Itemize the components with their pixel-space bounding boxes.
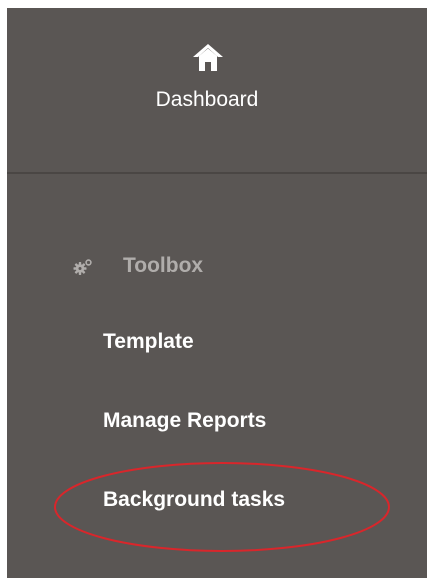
toolbox-section-header[interactable]: Toolbox	[73, 251, 293, 281]
dashboard-label: Dashboard	[155, 88, 259, 111]
menu-item-manage-reports[interactable]: Manage Reports	[103, 409, 266, 433]
dashboard-link[interactable]: Dashboard	[7, 8, 407, 172]
gears-icon	[73, 259, 92, 275]
menu-item-template[interactable]: Template	[103, 330, 194, 354]
home-icon	[193, 44, 223, 71]
divider	[7, 172, 427, 174]
menu-item-background-tasks[interactable]: Background tasks	[103, 488, 285, 512]
sidebar: Dashboard Toolbox Template Manage Report…	[7, 8, 427, 578]
toolbox-label: Toolbox	[123, 254, 204, 277]
